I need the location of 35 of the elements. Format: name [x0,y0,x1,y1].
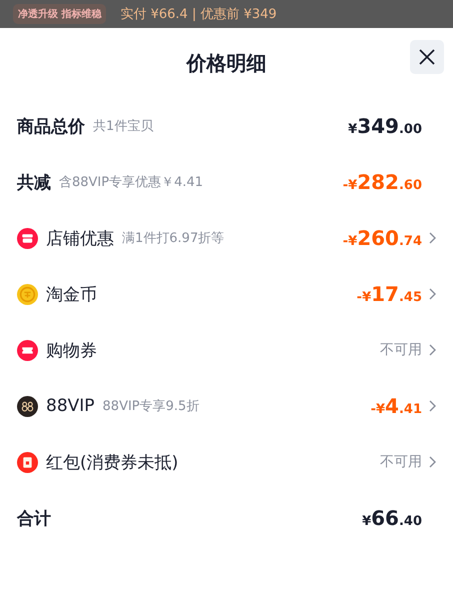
price: ¥66.40 [362,506,422,530]
chevron-icon[interactable] [428,456,436,468]
close-icon [419,49,435,65]
row-label: 88VIP [46,396,95,416]
row-note: 满1件打6.97折等 [122,230,224,247]
row-label: 店铺优惠 [46,228,114,250]
row-label: 淘金币 [46,284,97,306]
row-note: 共1件宝贝 [93,118,154,135]
row-label: 共减 [17,172,51,194]
chevron-icon[interactable] [428,232,436,244]
price: -¥17.45 [356,282,422,306]
row-note: 88VIP专享9.5折 [102,398,200,415]
row-label: 红包(消费券未抵) [46,452,178,474]
close-button[interactable] [410,40,444,74]
row-label: 合计 [17,508,51,530]
shop-icon [17,228,38,248]
coin-icon [17,284,38,304]
sheet-title: 价格明细 [186,50,266,76]
row-label: 商品总价 [17,116,85,138]
chevron-icon[interactable] [428,288,436,300]
chevron-icon[interactable] [428,400,436,412]
status-text: 不可用 [380,453,422,471]
price: -¥282.60 [342,170,422,194]
vip-icon [17,396,38,416]
promo-badge: 净透升级 指标维稳 [13,4,106,24]
ticket-icon [17,340,38,360]
price: -¥260.74 [342,226,422,250]
envelope-icon [17,452,38,472]
chevron-icon[interactable] [428,344,436,356]
price: -¥4.41 [370,394,422,418]
row-label: 购物券 [46,340,97,362]
row-note: 含88VIP专享优惠￥4.41 [59,174,204,191]
price-summary: 实付 ¥66.4 | 优惠前 ¥349 [120,6,277,23]
status-text: 不可用 [380,341,422,359]
price: ¥349.00 [348,114,422,138]
